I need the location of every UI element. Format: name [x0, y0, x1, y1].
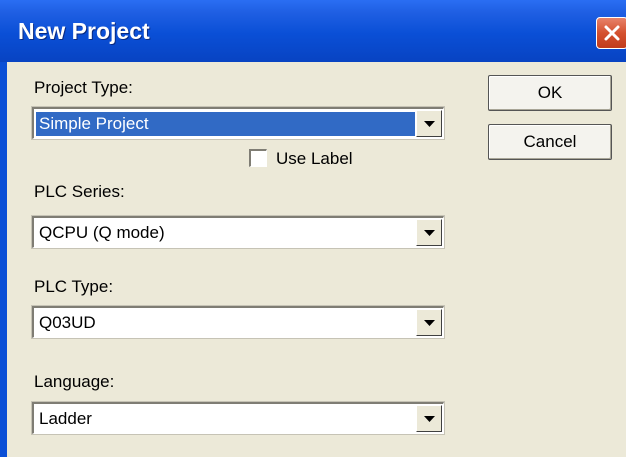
chevron-down-icon [424, 230, 435, 236]
cancel-button[interactable]: Cancel [488, 124, 612, 160]
use-label-text: Use Label [276, 149, 353, 168]
plc-type-value: Q03UD [39, 313, 96, 332]
language-select[interactable]: Ladder [31, 401, 445, 435]
use-label-checkbox[interactable] [249, 149, 267, 167]
close-icon [604, 25, 620, 41]
new-project-dialog: New Project Project Type: Simple Project… [0, 0, 626, 457]
close-button[interactable] [596, 17, 626, 49]
plc-series-dropdown-button[interactable] [416, 219, 442, 246]
project-type-select[interactable]: Simple Project [31, 106, 445, 140]
title-bar[interactable]: New Project [0, 0, 626, 62]
language-value: Ladder [39, 409, 92, 428]
chevron-down-icon [424, 121, 435, 127]
project-type-value: Simple Project [36, 112, 415, 136]
chevron-down-icon [424, 416, 435, 422]
ok-button[interactable]: OK [488, 75, 612, 111]
project-type-dropdown-button[interactable] [416, 110, 442, 137]
window-frame-left [0, 62, 7, 457]
dialog-title: New Project [18, 18, 150, 44]
plc-series-label: PLC Series: [34, 182, 125, 201]
language-dropdown-button[interactable] [416, 405, 442, 432]
language-label: Language: [34, 372, 115, 391]
plc-type-dropdown-button[interactable] [416, 309, 442, 336]
project-type-label: Project Type: [34, 78, 133, 97]
plc-type-label: PLC Type: [34, 277, 114, 296]
plc-series-value: QCPU (Q mode) [39, 223, 165, 242]
chevron-down-icon [424, 320, 435, 326]
plc-series-select[interactable]: QCPU (Q mode) [31, 215, 445, 249]
plc-type-select[interactable]: Q03UD [31, 305, 445, 339]
